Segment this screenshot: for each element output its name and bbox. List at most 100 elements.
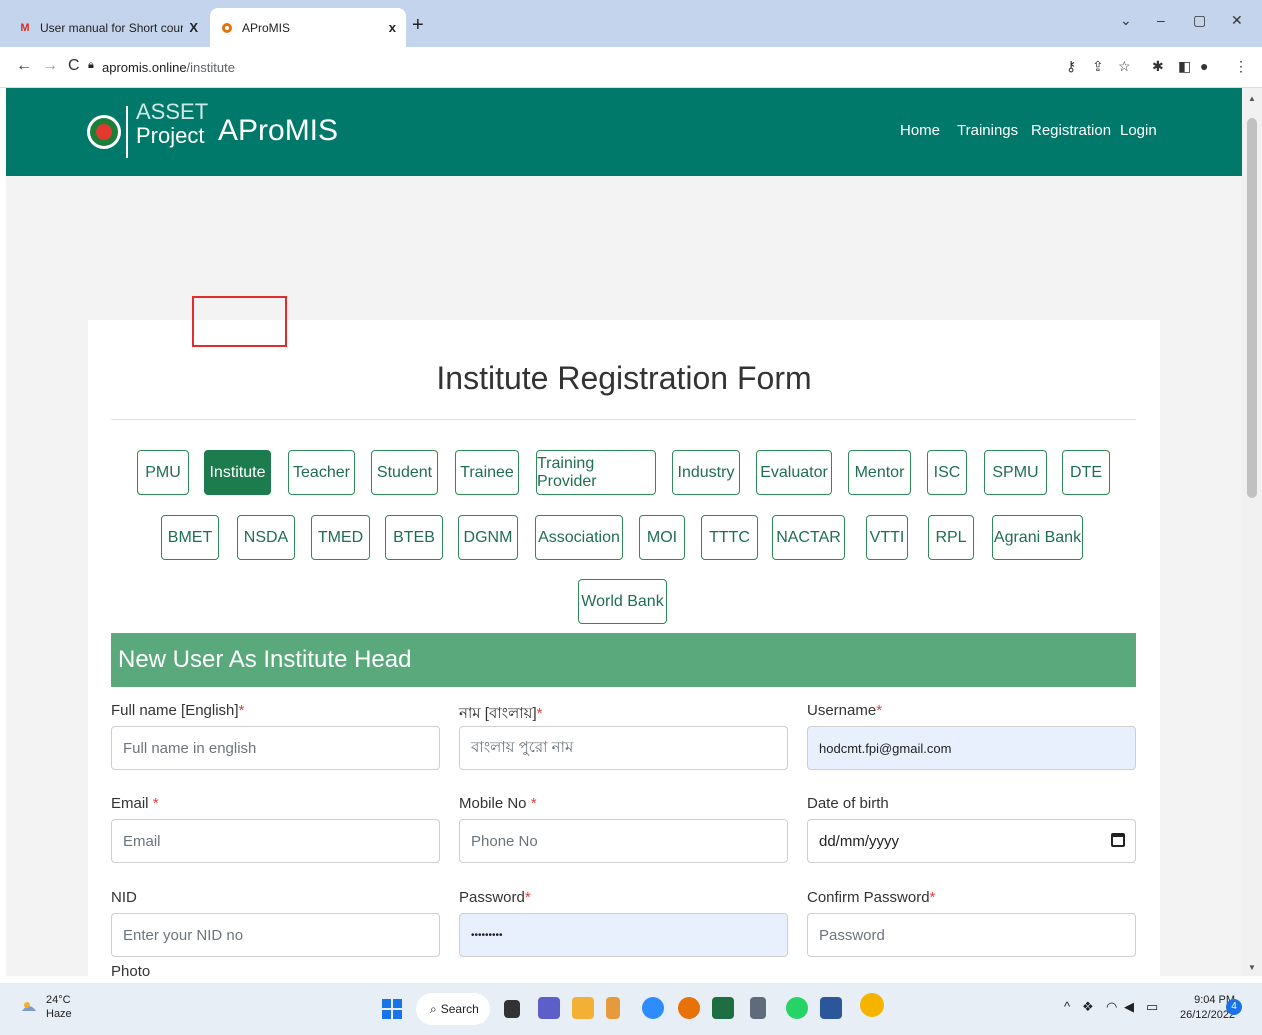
role-button-spmu[interactable]: SPMU	[984, 450, 1047, 495]
bookmark-star-icon[interactable]: ☆	[1118, 58, 1131, 75]
task-view-icon[interactable]	[504, 1000, 520, 1018]
scroll-down-icon[interactable]: ▼	[1248, 963, 1256, 972]
word-icon[interactable]	[820, 997, 842, 1019]
role-button-vtti[interactable]: VTTI	[866, 515, 908, 560]
profile-avatar-icon[interactable]: ●	[1200, 58, 1208, 74]
scroll-up-icon[interactable]: ▲	[1248, 94, 1256, 103]
sidepanel-icon[interactable]: ◧	[1178, 58, 1191, 75]
extensions-icon[interactable]: ✱	[1152, 58, 1164, 75]
role-button-isc[interactable]: ISC	[927, 450, 967, 495]
role-button-trainee[interactable]: Trainee	[455, 450, 519, 495]
wifi-icon[interactable]: ◠	[1106, 999, 1117, 1015]
share-icon[interactable]: ⇪	[1092, 58, 1104, 75]
confirm-password-input[interactable]: Password	[807, 913, 1136, 957]
role-button-nsda[interactable]: NSDA	[237, 515, 295, 560]
lock-icon[interactable]: 🔒︎	[88, 59, 94, 72]
role-button-evaluator[interactable]: Evaluator	[756, 450, 832, 495]
new-tab-button[interactable]: +	[412, 14, 424, 37]
role-button-dte[interactable]: DTE	[1062, 450, 1110, 495]
role-button-tmed[interactable]: TMED	[311, 515, 370, 560]
name-bangla-label: নাম [বাংলায়]*	[459, 705, 543, 722]
taskbar-search[interactable]: ⌕ Search	[416, 993, 490, 1025]
email-input[interactable]: Email	[111, 819, 440, 863]
page-title: Institute Registration Form	[436, 360, 812, 396]
role-button-agrani-bank[interactable]: Agrani Bank	[992, 515, 1083, 560]
role-button-training-provider[interactable]: Training Provider	[536, 450, 656, 495]
role-button-mentor[interactable]: Mentor	[848, 450, 911, 495]
password-input[interactable]: •••••••••	[459, 913, 788, 957]
role-button-world-bank[interactable]: World Bank	[578, 579, 667, 624]
name-bangla-input[interactable]: বাংলায় পুরো নাম	[459, 726, 788, 770]
nid-input[interactable]: Enter your NID no	[111, 913, 440, 957]
highlight-annotation	[192, 296, 287, 347]
volume-icon[interactable]: ◀	[1124, 999, 1134, 1015]
mobile-input[interactable]: Phone No	[459, 819, 788, 863]
window-close-icon[interactable]: ✕	[1231, 12, 1243, 29]
dropbox-icon[interactable]: ❖	[1082, 999, 1094, 1015]
url-field[interactable]: apromis.online/institute	[102, 60, 235, 75]
site-favicon-icon	[220, 21, 234, 35]
restore-icon[interactable]: ▢	[1193, 12, 1206, 29]
reload-icon[interactable]: C	[68, 57, 80, 75]
scrollbar-thumb[interactable]	[1247, 118, 1257, 498]
calendar-icon[interactable]	[1111, 833, 1125, 847]
fullname-label: Full name [English]*	[111, 702, 245, 719]
role-button-teacher[interactable]: Teacher	[288, 450, 355, 495]
browser-tab-bar: M User manual for Short course Elic X AP…	[0, 0, 1262, 47]
chrome-icon[interactable]	[678, 997, 700, 1019]
close-icon[interactable]: X	[189, 20, 198, 35]
government-logo-icon	[87, 106, 128, 158]
back-icon[interactable]: ←	[16, 57, 32, 75]
chrome-profile-icon[interactable]	[860, 993, 884, 1017]
notification-badge[interactable]: 4	[1226, 999, 1242, 1015]
nav-home[interactable]: Home	[900, 122, 940, 139]
close-icon[interactable]: x	[389, 20, 396, 35]
weather-widget[interactable]: 24°C Haze	[20, 993, 72, 1021]
fullname-input[interactable]: Full name in english	[111, 726, 440, 770]
calculator-icon[interactable]	[750, 997, 766, 1019]
role-button-dgnm[interactable]: DGNM	[458, 515, 518, 560]
role-button-institute[interactable]: Institute	[204, 450, 271, 495]
zoom-icon[interactable]	[642, 997, 664, 1019]
tab-title: User manual for Short course Elic	[40, 20, 184, 35]
battery-icon[interactable]: ▭	[1146, 999, 1158, 1015]
role-button-tttc[interactable]: TTTC	[701, 515, 758, 560]
role-button-bteb[interactable]: BTEB	[385, 515, 443, 560]
nav-login[interactable]: Login	[1120, 122, 1157, 139]
tab-user-manual[interactable]: M User manual for Short course Elic X	[8, 8, 208, 47]
key-icon[interactable]: ⚷	[1066, 58, 1076, 75]
site-brand[interactable]: AProMIS	[218, 114, 338, 148]
page-scrollbar[interactable]: ▲ ▼	[1242, 88, 1262, 976]
role-button-student[interactable]: Student	[371, 450, 438, 495]
menu-icon[interactable]: ⋮	[1234, 58, 1248, 75]
minimize-icon[interactable]: –	[1157, 12, 1165, 28]
role-button-association[interactable]: Association	[535, 515, 623, 560]
weather-haze-icon	[22, 1002, 36, 1011]
role-button-industry[interactable]: Industry	[672, 450, 740, 495]
gmail-icon: M	[20, 21, 30, 34]
role-button-rpl[interactable]: RPL	[928, 515, 974, 560]
dob-input[interactable]: dd/mm/yyyy	[807, 819, 1136, 863]
nav-registration[interactable]: Registration	[1031, 122, 1111, 139]
site-header: ASSET Project AProMIS Home Trainings Reg…	[6, 88, 1242, 176]
photo-label: Photo	[111, 963, 151, 976]
role-button-bmet[interactable]: BMET	[161, 515, 219, 560]
role-button-moi[interactable]: MOI	[639, 515, 685, 560]
tab-apromis[interactable]: AProMIS x	[210, 8, 406, 47]
username-label: Username*	[807, 702, 883, 719]
tab-search-icon[interactable]: ⌄	[1120, 12, 1132, 29]
mobile-label: Mobile No *	[459, 795, 537, 812]
start-icon[interactable]	[382, 999, 402, 1019]
role-button-pmu[interactable]: PMU	[137, 450, 189, 495]
file-explorer-icon[interactable]	[572, 997, 594, 1019]
chevron-up-icon[interactable]: ^	[1064, 999, 1070, 1014]
role-button-nactar[interactable]: NACTAR	[772, 515, 845, 560]
forward-icon[interactable]: →	[42, 57, 58, 75]
network-app-icon[interactable]	[606, 997, 620, 1019]
search-icon: ⌕	[430, 1001, 437, 1016]
nav-trainings[interactable]: Trainings	[957, 122, 1018, 139]
teams-chat-icon[interactable]	[538, 997, 560, 1019]
excel-icon[interactable]	[712, 997, 734, 1019]
username-input[interactable]: hodcmt.fpi@gmail.com	[807, 726, 1136, 770]
whatsapp-icon[interactable]	[786, 997, 808, 1019]
